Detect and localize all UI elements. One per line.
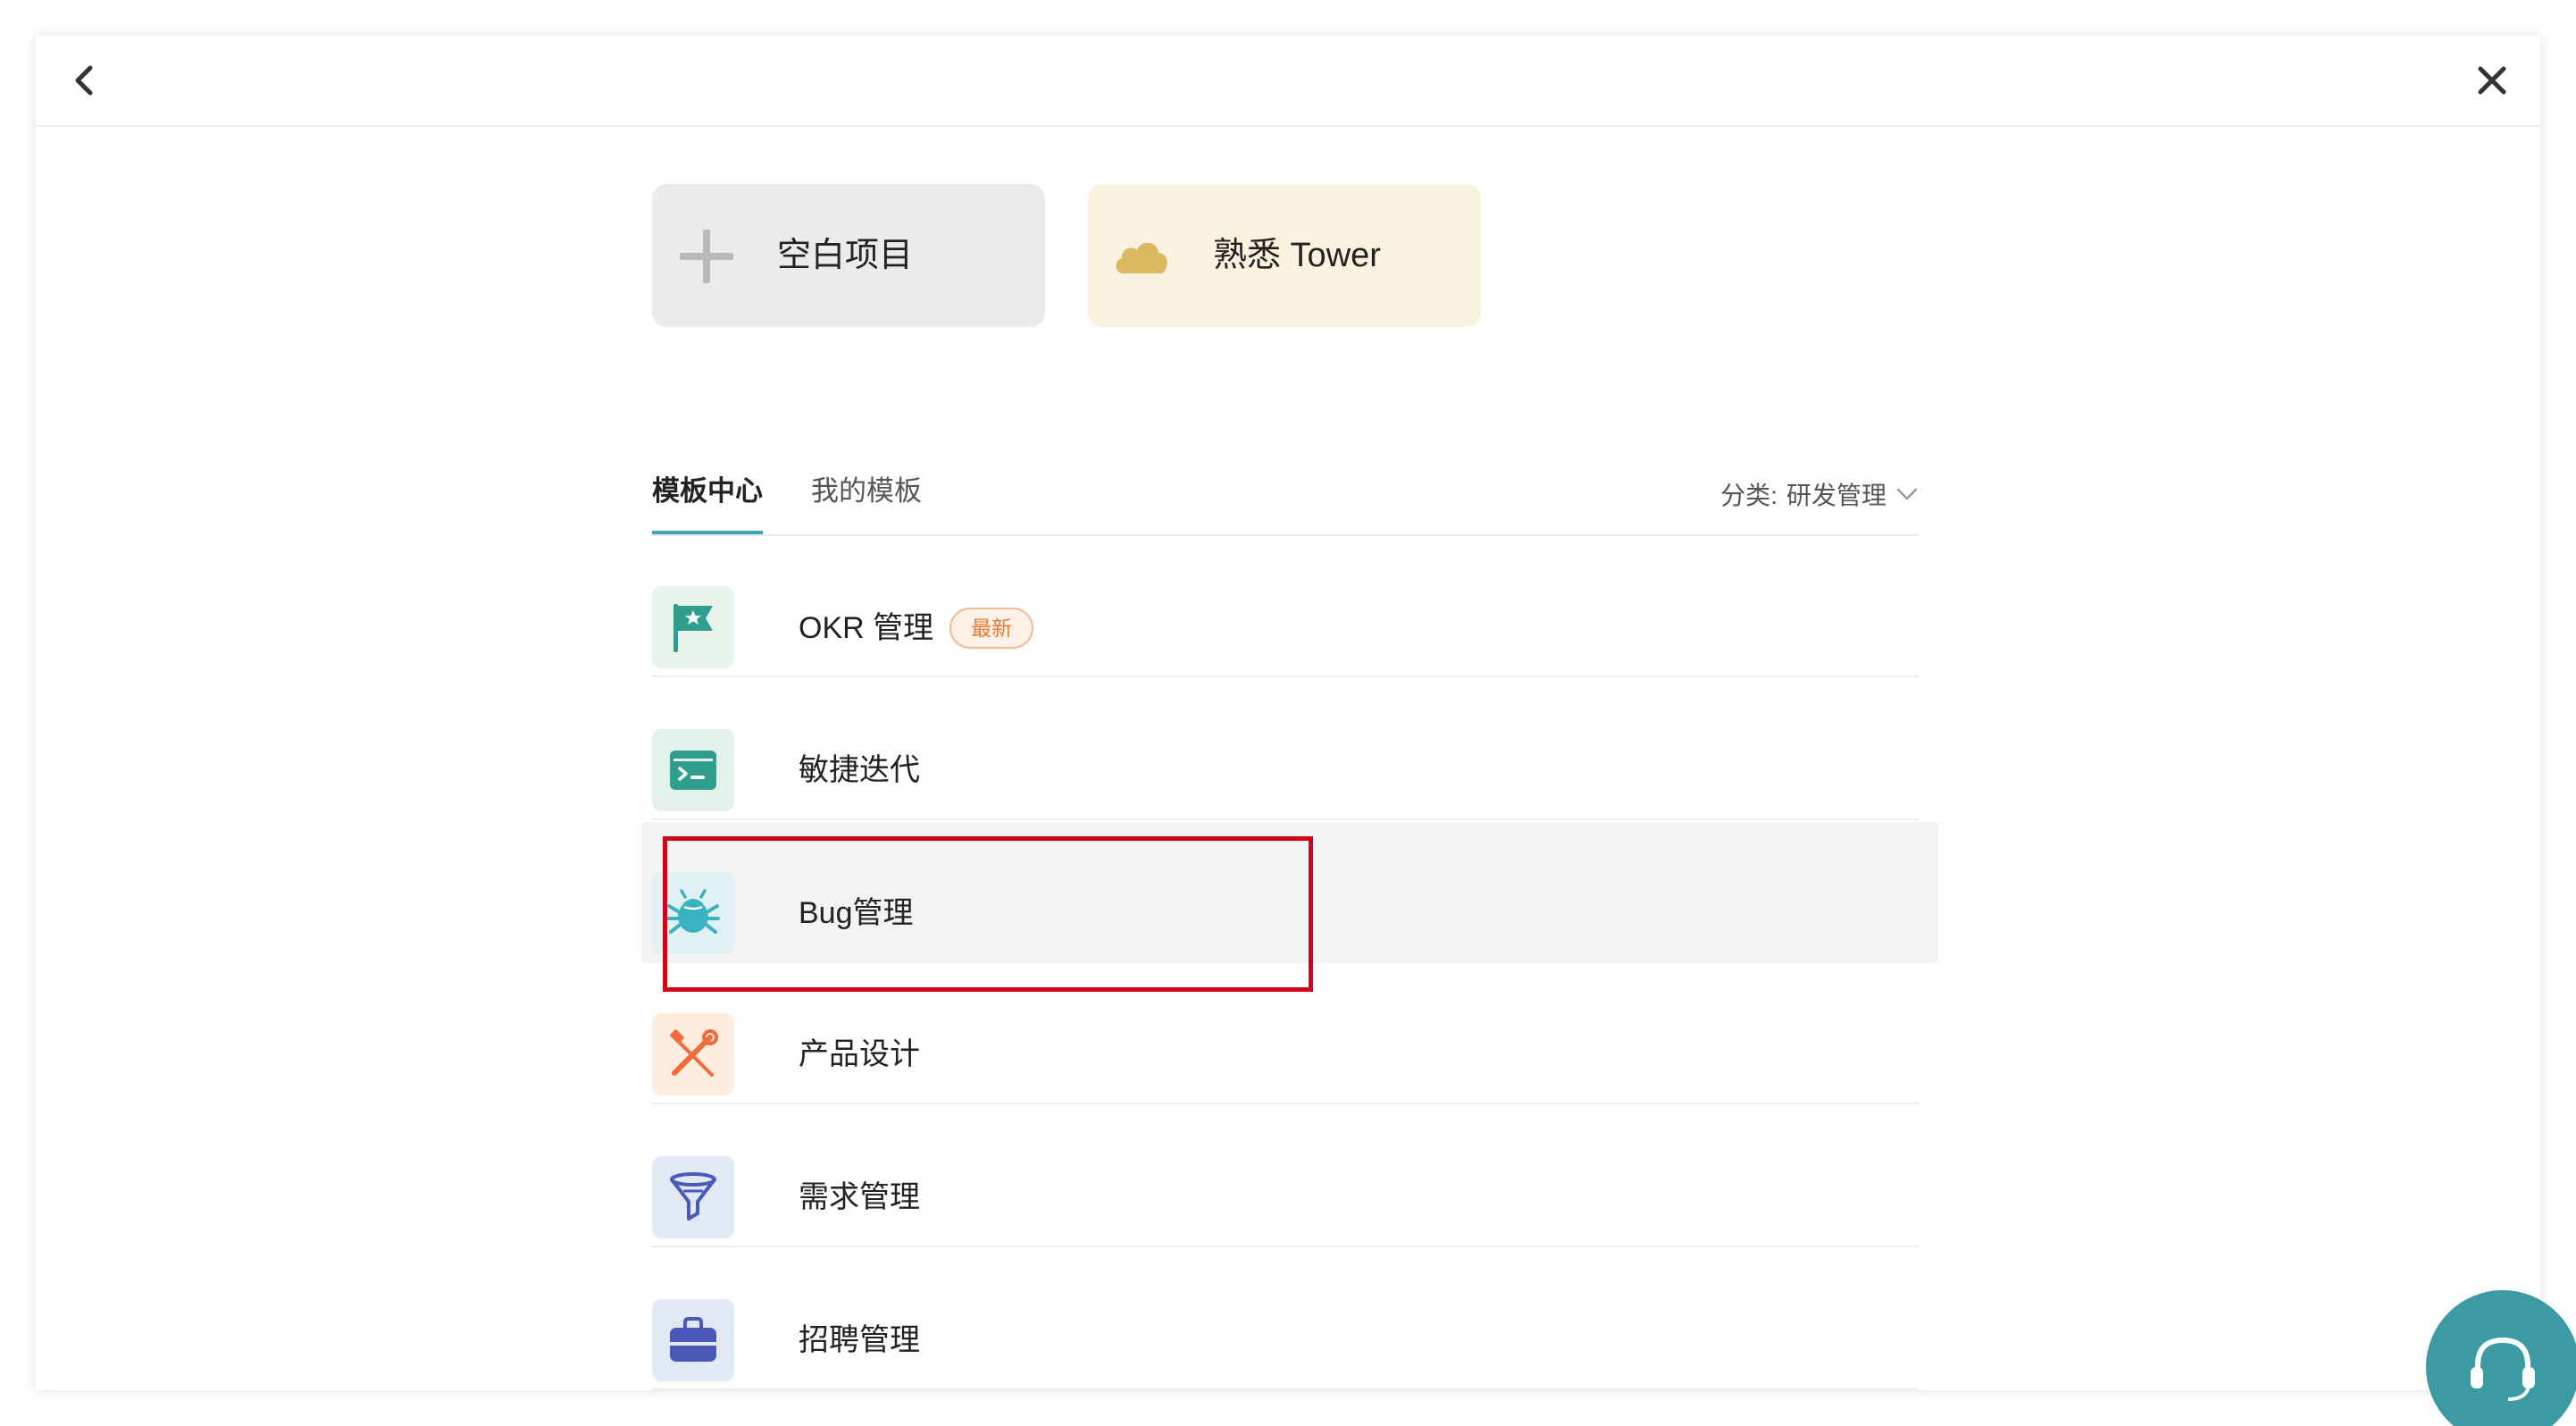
new-badge: 最新 bbox=[949, 608, 1034, 649]
template-list: OKR 管理 最新 敏捷迭代 Bug管理 产品设计 需求管理 招聘管理 bbox=[641, 534, 1938, 1390]
briefcase-icon bbox=[670, 1317, 716, 1362]
back-button[interactable] bbox=[59, 55, 109, 105]
tower-intro-card[interactable]: 熟悉 Tower bbox=[1088, 184, 1481, 327]
template-row-okr[interactable]: OKR 管理 最新 bbox=[652, 534, 1919, 677]
agile-icon-box bbox=[652, 729, 734, 811]
category-value: 研发管理 bbox=[1786, 482, 1886, 509]
bug-icon bbox=[666, 889, 720, 934]
template-row-agile[interactable]: 敏捷迭代 bbox=[652, 677, 1919, 820]
bug-label: Bug管理 bbox=[799, 896, 914, 930]
terminal-icon bbox=[670, 751, 716, 790]
template-row-bug[interactable]: Bug管理 bbox=[641, 822, 1938, 963]
plus-icon bbox=[680, 230, 733, 283]
dialog-header bbox=[36, 36, 2540, 127]
flag-star-icon bbox=[673, 604, 713, 652]
cloud-icon bbox=[1116, 242, 1167, 273]
recruiting-label: 招聘管理 bbox=[799, 1323, 920, 1357]
new-project-dialog: 空白项目 熟悉 Tower 模板中心 我的模板 分类: 研发管理 OKR 管理 … bbox=[36, 36, 2540, 1390]
category-prefix: 分类: bbox=[1720, 482, 1777, 509]
okr-label-group: OKR 管理 最新 bbox=[799, 608, 1034, 649]
chevron-down-icon bbox=[1896, 488, 1918, 500]
close-button[interactable] bbox=[2467, 55, 2517, 105]
template-row-recruiting[interactable]: 招聘管理 bbox=[652, 1247, 1919, 1390]
design-tools-icon bbox=[670, 1029, 718, 1077]
design-icon-box bbox=[652, 1013, 734, 1095]
tab-template-center[interactable]: 模板中心 bbox=[652, 456, 763, 534]
template-tabs: 模板中心 我的模板 分类: 研发管理 bbox=[652, 456, 1919, 536]
tower-intro-label: 熟悉 Tower bbox=[1213, 237, 1381, 274]
headset-icon bbox=[2471, 1337, 2535, 1401]
page: 空白项目 熟悉 Tower 模板中心 我的模板 分类: 研发管理 OKR 管理 … bbox=[0, 0, 2576, 1426]
tab-my-templates[interactable]: 我的模板 bbox=[811, 456, 922, 533]
chevron-left-icon bbox=[75, 65, 93, 96]
close-icon bbox=[2478, 66, 2506, 95]
requirements-label: 需求管理 bbox=[799, 1180, 920, 1214]
recruiting-icon-box bbox=[652, 1299, 734, 1381]
agile-label: 敏捷迭代 bbox=[799, 753, 920, 787]
category-filter[interactable]: 分类: 研发管理 bbox=[1720, 456, 1919, 533]
bug-icon-box bbox=[652, 872, 734, 954]
template-row-requirements[interactable]: 需求管理 bbox=[652, 1104, 1919, 1247]
requirements-icon-box bbox=[652, 1156, 734, 1238]
okr-label: OKR 管理 bbox=[799, 611, 934, 645]
blank-project-card[interactable]: 空白项目 bbox=[652, 184, 1045, 327]
funnel-icon bbox=[670, 1172, 716, 1220]
okr-icon-box bbox=[652, 586, 734, 668]
blank-project-label: 空白项目 bbox=[777, 237, 914, 274]
template-row-design[interactable]: 产品设计 bbox=[652, 961, 1919, 1104]
design-label: 产品设计 bbox=[799, 1037, 920, 1071]
